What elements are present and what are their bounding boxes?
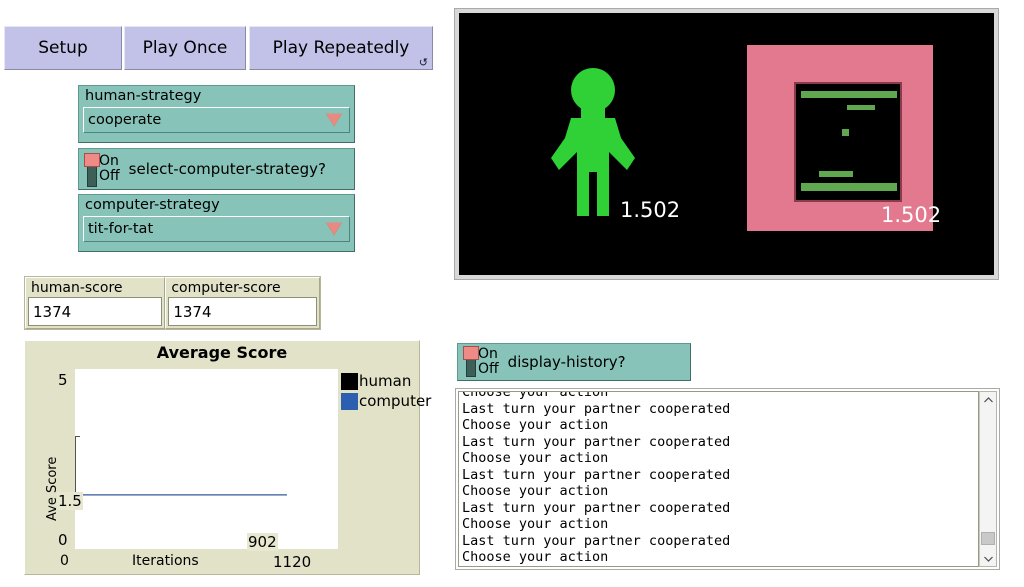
computer-strategy-label: computer-strategy	[85, 197, 220, 213]
score-monitors: human-score 1374 computer-score 1374	[24, 276, 321, 330]
human-agent-label: 1.502	[620, 198, 681, 222]
scrollbar-thumb[interactable]	[981, 532, 995, 545]
world-view[interactable]: 1.502 1.502	[454, 8, 999, 280]
switch-on-label: On	[478, 346, 498, 362]
plot-canvas	[75, 369, 338, 549]
select-computer-strategy-label: select-computer-strategy?	[128, 160, 326, 178]
plot-legend: human computer	[341, 371, 431, 411]
display-history-label: display-history?	[507, 353, 626, 371]
switch-knob-icon[interactable]	[84, 152, 100, 187]
plot-title: Average Score	[156, 343, 288, 362]
plot-ylabel: Ave Score	[45, 456, 60, 521]
play-repeatedly-button-label: Play Repeatedly	[272, 38, 410, 58]
play-once-button[interactable]: Play Once	[124, 26, 246, 70]
legend-swatch-human	[341, 372, 358, 390]
human-strategy-chooser[interactable]: human-strategy cooperate	[78, 85, 355, 143]
switch-onoff-labels: On Off	[99, 154, 120, 184]
plot-ytick-max: 5	[58, 371, 68, 389]
plot-series-svg	[75, 494, 287, 496]
plot-x-cursor-label: 902	[247, 533, 278, 551]
computer-score-label: computer-score	[171, 280, 281, 296]
plot-xlabel: Iterations	[132, 553, 199, 569]
plot-y-cursor-label: 1.5	[57, 492, 83, 510]
legend-swatch-computer	[341, 392, 358, 410]
average-score-plot: Average Score 5 0 1.5 Ave Score 902 0 It…	[24, 340, 431, 575]
plot-xtick-max: 1120	[273, 553, 312, 571]
human-score-monitor: human-score 1374	[25, 277, 166, 329]
select-computer-strategy-switch[interactable]: On Off select-computer-strategy?	[78, 148, 355, 190]
switch-onoff-labels: On Off	[478, 347, 499, 377]
plot-xtick-min: 0	[60, 553, 69, 569]
switch-off-label: Off	[99, 168, 120, 184]
legend-label-computer: computer	[359, 392, 432, 410]
human-strategy-label: human-strategy	[85, 88, 202, 104]
computer-strategy-select[interactable]: tit-for-tat	[83, 216, 350, 242]
play-once-button-label: Play Once	[142, 38, 228, 58]
switch-head	[84, 153, 100, 167]
switch-head	[463, 346, 479, 360]
setup-button[interactable]: Setup	[4, 26, 122, 70]
plot-y-cursor-tick-top	[75, 436, 80, 437]
chevron-down-icon	[326, 113, 342, 127]
forever-loop-icon: ↺	[418, 56, 428, 69]
plot-ytick-min: 0	[58, 531, 68, 549]
history-output-text[interactable]: Choose your action Last turn your partne…	[458, 391, 979, 567]
computer-strategy-value: tit-for-tat	[88, 221, 154, 237]
world-view-canvas[interactable]: 1.502 1.502	[459, 13, 994, 275]
play-repeatedly-button[interactable]: Play Repeatedly ↺	[249, 26, 433, 70]
history-output-area[interactable]: Choose your action Last turn your partne…	[455, 388, 1000, 570]
history-scrollbar[interactable]	[979, 391, 997, 567]
human-strategy-value: cooperate	[88, 112, 162, 128]
computer-score-monitor: computer-score 1374	[165, 277, 320, 329]
setup-button-label: Setup	[38, 38, 88, 58]
legend-label-human: human	[359, 372, 412, 390]
history-output-lines: Choose your action Last turn your partne…	[462, 391, 731, 566]
switch-knob-icon[interactable]	[463, 346, 479, 378]
display-history-switch[interactable]: On Off display-history?	[457, 343, 691, 381]
switch-off-label: Off	[478, 361, 499, 377]
computer-agent-label: 1.502	[881, 203, 942, 227]
legend-item-computer: computer	[341, 391, 431, 411]
chevron-up-icon[interactable]	[980, 392, 996, 407]
computer-score-value: 1374	[168, 297, 317, 326]
computer-strategy-chooser[interactable]: computer-strategy tit-for-tat	[78, 194, 355, 252]
switch-on-label: On	[99, 153, 119, 169]
human-score-value: 1374	[28, 297, 163, 326]
human-strategy-select[interactable]: cooperate	[83, 107, 350, 133]
human-score-label: human-score	[31, 280, 123, 296]
plot-y-cursor-line	[75, 436, 76, 494]
chevron-down-icon[interactable]	[980, 551, 996, 566]
chevron-down-icon	[326, 222, 342, 236]
legend-item-human: human	[341, 371, 431, 391]
